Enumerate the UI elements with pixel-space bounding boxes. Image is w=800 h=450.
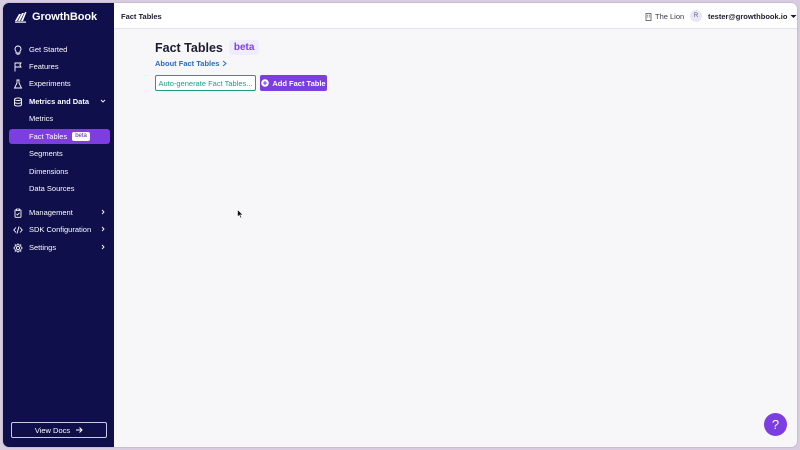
topbar-title: Fact Tables [121,12,162,21]
flask-icon [13,79,23,89]
org-selector[interactable]: The Lion [645,12,684,21]
database-icon [13,96,23,107]
arrow-right-icon [76,427,83,433]
gear-icon [13,242,23,253]
lightbulb-icon [13,45,23,55]
help-button[interactable]: ? [764,413,787,436]
sidebar-item-get-started[interactable]: Get Started [9,42,110,57]
user-email: tester@growthbook.io [708,12,788,21]
sidebar-item-label: Management [29,208,73,217]
sidebar: GrowthBook Get Started Features Experime… [3,3,114,447]
sidebar-item-label: Metrics [29,114,54,123]
sidebar-subitem-data-sources[interactable]: Data Sources [9,181,110,196]
topbar: Fact Tables The Lion R tester@growthbook… [114,3,797,29]
auto-generate-fact-tables-button[interactable]: Auto-generate Fact Tables... [155,75,256,91]
mouse-cursor-icon [237,209,244,219]
sidebar-item-management[interactable]: Management [9,205,110,220]
sidebar-item-label: Fact Tables [29,132,68,141]
sidebar-subitem-metrics[interactable]: Metrics [9,111,110,126]
user-menu[interactable]: tester@growthbook.io [708,12,797,21]
about-link-label: About Fact Tables [155,59,220,68]
sidebar-subitem-fact-tables[interactable]: Fact Tables beta [9,129,110,144]
sidebar-item-features[interactable]: Features [9,59,110,74]
sidebar-item-label: Get Started [29,45,68,54]
view-docs-button[interactable]: View Docs [11,422,107,438]
app-window: GrowthBook Get Started Features Experime… [3,3,797,447]
sidebar-item-label: Metrics and Data [29,97,90,106]
code-icon [13,225,23,235]
chevron-right-icon [101,209,105,215]
beta-badge: beta [72,132,90,141]
sidebar-item-sdk-configuration[interactable]: SDK Configuration [9,222,110,237]
sidebar-item-label: Settings [29,243,57,252]
caret-down-icon [790,15,797,18]
avatar[interactable]: R [690,10,702,22]
building-icon [645,12,652,21]
sidebar-item-metrics-and-data[interactable]: Metrics and Data [9,94,110,109]
chevron-right-icon [223,60,228,67]
growthbook-logo-icon [15,12,27,23]
flag-icon [13,62,23,72]
brand-name: GrowthBook [32,11,97,23]
plus-circle-icon [261,79,270,87]
sidebar-subitem-dimensions[interactable]: Dimensions [9,164,110,179]
clipboard-icon [13,208,23,218]
sidebar-item-label: SDK Configuration [29,225,92,234]
about-fact-tables-link[interactable]: About Fact Tables [155,59,228,68]
sidebar-item-label: Segments [29,149,63,158]
brand[interactable]: GrowthBook [14,11,97,23]
sidebar-item-label: Dimensions [29,167,69,176]
chevron-down-icon [100,99,106,103]
page-title: Fact Tables beta [155,40,260,55]
org-name: The Lion [655,12,685,21]
sidebar-subitem-segments[interactable]: Segments [9,146,110,161]
sidebar-item-label: Data Sources [29,184,75,193]
sidebar-item-settings[interactable]: Settings [9,240,110,255]
chevron-right-icon [101,226,105,232]
add-fact-table-button[interactable]: Add Fact Table [260,75,327,91]
beta-badge: beta [228,40,260,55]
chevron-right-icon [101,244,105,250]
page-heading: Fact Tables [155,40,223,55]
sidebar-item-label: Experiments [29,79,71,88]
sidebar-item-label: Features [29,62,59,71]
sidebar-item-experiments[interactable]: Experiments [9,76,110,91]
view-docs-label: View Docs [34,425,71,435]
add-fact-table-label: Add Fact Table [272,78,326,88]
